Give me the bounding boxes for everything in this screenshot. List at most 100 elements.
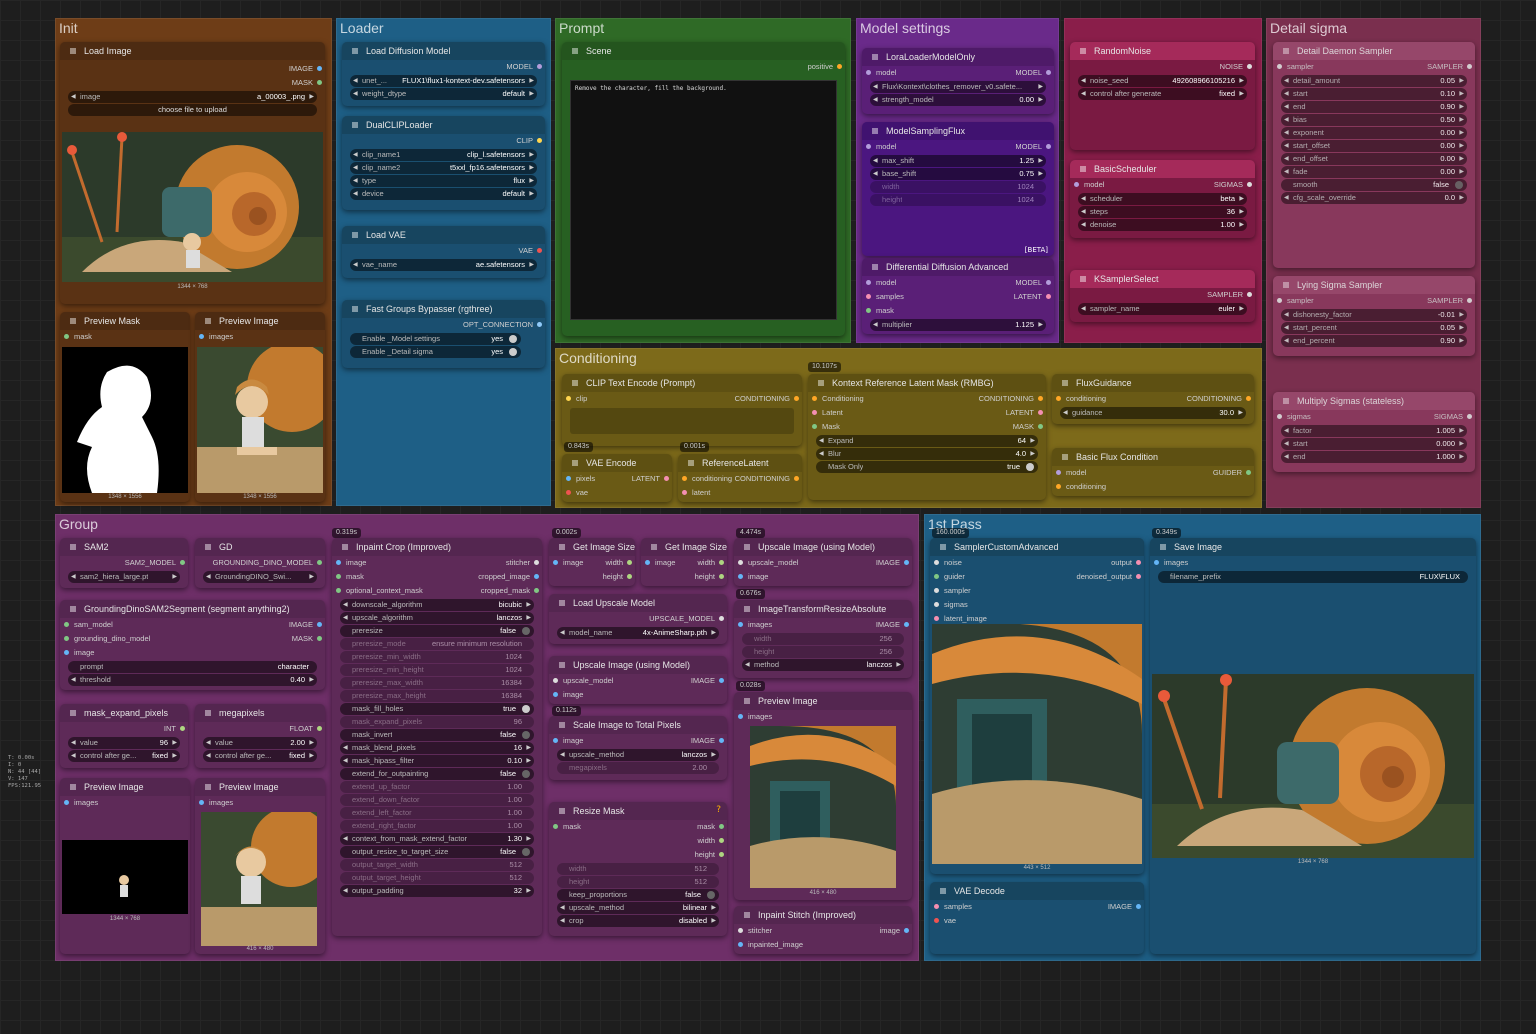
node-title[interactable]: Load VAE	[342, 226, 545, 244]
upscale-method-select[interactable]: upscale_methodlanczos	[557, 749, 719, 761]
node-title[interactable]: Save Image	[1150, 538, 1476, 556]
resize-height-input[interactable]: height 512	[557, 876, 719, 888]
node-title[interactable]: ImageTransformResizeAbsolute	[734, 600, 912, 618]
node-title[interactable]: Preview Mask	[60, 312, 190, 330]
node-title[interactable]: Preview Image	[195, 778, 325, 796]
node-title[interactable]: RandomNoise	[1070, 42, 1255, 60]
image-select[interactable]: imagea_00003_.png	[68, 91, 317, 103]
node-title[interactable]: Upscale Image (using Model)	[734, 538, 912, 556]
filename-prefix-input[interactable]: filename_prefix FLUX\FLUX	[1158, 571, 1468, 583]
node-title[interactable]: Preview Image	[60, 778, 190, 796]
control-after-generate-select[interactable]: control after generatefixed	[1078, 88, 1247, 100]
end-input[interactable]: end1.000	[1281, 451, 1467, 463]
inpaint-crop-param[interactable]: mask_hipass_filter0.10	[340, 755, 534, 767]
node-title[interactable]: VAE Decode	[930, 882, 1144, 900]
node-upscale-image-model-2[interactable]: Upscale Image (using Model) upscale_mode…	[549, 656, 727, 704]
node-title[interactable]: FluxGuidance	[1052, 374, 1254, 392]
dd-param-input[interactable]: end0.90	[1281, 101, 1467, 113]
inpaint-crop-param[interactable]: output_target_height 512	[340, 872, 534, 884]
node-lying-sigma-sampler[interactable]: Lying Sigma Sampler samplerSAMPLER disho…	[1273, 276, 1475, 356]
node-title[interactable]: CLIP Text Encode (Prompt)	[562, 374, 802, 392]
node-basic-scheduler[interactable]: BasicScheduler modelSIGMAS schedulerbeta…	[1070, 160, 1255, 238]
node-megapixels[interactable]: megapixels FLOAT value2.00 control after…	[195, 704, 325, 768]
dd-param-input[interactable]: bias0.50	[1281, 114, 1467, 126]
node-dual-clip-loader[interactable]: DualCLIPLoader CLIP clip_name1clip_l.saf…	[342, 116, 545, 210]
node-load-vae[interactable]: Load VAE VAE vae_nameae.safetensors	[342, 226, 545, 278]
node-sam2[interactable]: SAM2 SAM2_MODEL sam2_hiera_large.pt	[60, 538, 188, 588]
inpaint-crop-param[interactable]: upscale_algorithmlanczos	[340, 612, 534, 624]
node-title[interactable]: mask_expand_pixels	[60, 704, 188, 722]
steps-input[interactable]: steps36	[1078, 206, 1247, 218]
expand-input[interactable]: Expand64	[816, 435, 1038, 447]
node-basic-flux-condition[interactable]: Basic Flux Condition model GUIDER conditi…	[1052, 448, 1254, 496]
node-ksampler-select[interactable]: KSamplerSelect SAMPLER sampler_nameeuler	[1070, 270, 1255, 322]
node-groundingdino-sam2[interactable]: GroundingDinoSAM2Segment (segment anythi…	[60, 600, 325, 690]
node-title[interactable]: GroundingDinoSAM2Segment (segment anythi…	[60, 600, 325, 618]
inpaint-crop-param[interactable]: preresize_mode ensure minimum resolution	[340, 638, 534, 650]
dd-param-input[interactable]: start0.10	[1281, 88, 1467, 100]
node-title[interactable]: Scene	[562, 42, 845, 60]
cfg-scale-override-input[interactable]: cfg_scale_override0.0	[1281, 192, 1467, 204]
inpaint-crop-param[interactable]: preresize_min_width 1024	[340, 651, 534, 663]
itra-height-input[interactable]: height 256	[742, 646, 904, 658]
inpaint-crop-param[interactable]: context_from_mask_extend_factor1.30	[340, 833, 534, 845]
megapixels-value-input[interactable]: value2.00	[203, 737, 317, 749]
node-kontext-mask[interactable]: Kontext Reference Latent Mask (RMBG) Con…	[808, 374, 1046, 500]
node-vae-encode[interactable]: VAE Encode pixels LATENT vae	[562, 454, 672, 502]
unet-select[interactable]: unet_...FLUX1\flux1-kontext-dev.safetens…	[350, 75, 537, 87]
dd-param-input[interactable]: end_offset0.00	[1281, 153, 1467, 165]
max-shift-input[interactable]: max_shift1.25	[870, 155, 1046, 167]
node-title[interactable]: Preview Image	[195, 312, 325, 330]
node-title[interactable]: Detail Daemon Sampler	[1273, 42, 1475, 60]
base-shift-input[interactable]: base_shift0.75	[870, 168, 1046, 180]
node-vae-decode[interactable]: VAE Decode samples IMAGE vae	[930, 882, 1144, 954]
weight-dtype-select[interactable]: weight_dtypedefault	[350, 88, 537, 100]
dishonesty-factor-input[interactable]: dishonesty_factor-0.01	[1281, 309, 1467, 321]
node-lora-loader[interactable]: LoraLoaderModelOnly modelMODEL Flux\Kont…	[862, 48, 1054, 114]
inpaint-crop-param[interactable]: preresize_min_height 1024	[340, 664, 534, 676]
denoise-input[interactable]: denoise1.00	[1078, 219, 1247, 231]
node-preview-image-g1[interactable]: Preview Image images 1344 × 768	[60, 778, 190, 954]
node-title[interactable]: Differential Diffusion Advanced	[862, 258, 1054, 276]
node-title[interactable]: GD	[195, 538, 325, 556]
node-title[interactable]: Resize Mask	[549, 802, 727, 820]
node-random-noise[interactable]: RandomNoise NOISE noise_seed492608966105…	[1070, 42, 1255, 150]
smooth-toggle[interactable]: smooth false	[1281, 179, 1467, 191]
node-model-sampling-flux[interactable]: ModelSamplingFlux modelMODEL max_shift1.…	[862, 122, 1054, 256]
node-title[interactable]: SAM2	[60, 538, 188, 556]
inpaint-crop-param[interactable]: extend_for_outpainting false	[340, 768, 534, 780]
gd-model-select[interactable]: GroundingDINO_Swi...	[203, 571, 317, 583]
node-title[interactable]: Lying Sigma Sampler	[1273, 276, 1475, 294]
clip-name1-select[interactable]: clip_name1clip_l.safetensors	[350, 149, 537, 161]
node-image-transform-resize[interactable]: ImageTransformResizeAbsolute images IMAGE…	[734, 600, 912, 678]
vae-name-select[interactable]: vae_nameae.safetensors	[350, 259, 537, 271]
inpaint-crop-param[interactable]: extend_up_factor 1.00	[340, 781, 534, 793]
inpaint-crop-param[interactable]: mask_expand_pixels 96	[340, 716, 534, 728]
node-title[interactable]: Kontext Reference Latent Mask (RMBG)	[808, 374, 1046, 392]
upload-button[interactable]: choose file to upload	[68, 104, 317, 116]
strength-model-input[interactable]: strength_model0.00	[870, 94, 1046, 106]
node-title[interactable]: Inpaint Crop (Improved)	[332, 538, 542, 556]
node-title[interactable]: LoraLoaderModelOnly	[862, 48, 1054, 66]
node-title[interactable]: Multiply Sigmas (stateless)	[1273, 392, 1475, 410]
node-save-image[interactable]: Save Image images filename_prefix FLUX\FL…	[1150, 538, 1476, 954]
device-select[interactable]: devicedefault	[350, 188, 537, 200]
node-title[interactable]: Preview Image	[734, 692, 912, 710]
inpaint-crop-param[interactable]: extend_right_factor 1.00	[340, 820, 534, 832]
resize-upscale-method-select[interactable]: upscale_methodbilinear	[557, 902, 719, 914]
help-icon[interactable]: ?	[716, 805, 721, 815]
factor-input[interactable]: factor1.005	[1281, 425, 1467, 437]
sampler-name-select[interactable]: sampler_nameeuler	[1078, 303, 1247, 315]
node-title[interactable]: SamplerCustomAdvanced	[930, 538, 1144, 556]
node-sampler-custom-advanced[interactable]: SamplerCustomAdvanced noise output guider…	[930, 538, 1144, 874]
noise-seed-input[interactable]: noise_seed492608966105216	[1078, 75, 1247, 87]
node-preview-image-g2[interactable]: Preview Image images 416 × 480	[195, 778, 325, 954]
node-title[interactable]: Upscale Image (using Model)	[549, 656, 727, 674]
node-fast-groups-bypasser[interactable]: Fast Groups Bypasser (rgthree) OPT_CONNE…	[342, 300, 545, 368]
inpaint-crop-param[interactable]: preresize_max_width 16384	[340, 677, 534, 689]
node-gd[interactable]: GD GROUNDING_DINO_MODEL GroundingDINO_Sw…	[195, 538, 325, 588]
end-percent-input[interactable]: end_percent0.90	[1281, 335, 1467, 347]
inpaint-crop-param[interactable]: output_padding32	[340, 885, 534, 897]
height-input[interactable]: height 1024	[870, 194, 1046, 206]
node-title[interactable]: Get Image Size	[641, 538, 727, 556]
